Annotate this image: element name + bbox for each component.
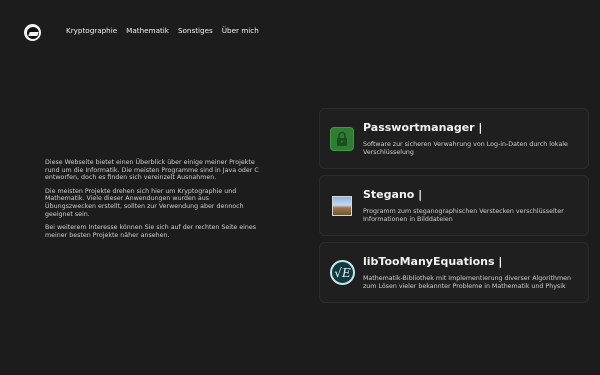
intro-paragraph: Bei weiterem Interesse können Sie sich a… (45, 224, 257, 239)
project-card-passwortmanager[interactable]: Passwortmanager | Software zur sicheren … (319, 108, 589, 169)
nav-links: Kryptographie Mathematik Sonstiges Über … (66, 26, 259, 35)
nav-link-ueber-mich[interactable]: Über mich (222, 26, 259, 35)
intro-paragraph: Diese Webseite bietet einen Überblick üb… (45, 159, 259, 182)
nav-link-mathematik[interactable]: Mathematik (126, 26, 169, 35)
project-title: libTooManyEquations | (363, 255, 503, 268)
landscape-image-icon (332, 196, 352, 216)
project-card-libtoomanyequations[interactable]: √E libTooManyEquations | Mathematik-Bibl… (319, 242, 589, 303)
lock-icon (330, 127, 354, 151)
math-logo-glyph: √E (334, 265, 351, 280)
project-title: Passwortmanager | (363, 121, 483, 134)
project-description: Software zur sicheren Verwahrung von Log… (363, 141, 568, 156)
project-cards: Passwortmanager | Software zur sicheren … (319, 108, 589, 309)
project-card-stegano[interactable]: Stegano | Programm zum steganographische… (319, 175, 589, 236)
math-logo-icon: √E (330, 260, 355, 285)
project-description: Programm zum steganographischen Versteck… (363, 208, 564, 223)
page: Kryptographie Mathematik Sonstiges Über … (0, 0, 600, 375)
project-title: Stegano | (363, 188, 423, 201)
nav-link-kryptographie[interactable]: Kryptographie (66, 26, 117, 35)
nav-link-sonstiges[interactable]: Sonstiges (178, 26, 213, 35)
intro-paragraph: Die meisten Projekte drehen sich hier um… (45, 187, 244, 218)
site-logo-icon[interactable] (24, 24, 41, 41)
logo-inner (26, 26, 39, 39)
project-description: Mathematik-Bibliothek mit Implementierun… (363, 275, 571, 290)
intro-text: Diese Webseite bietet einen Überblick üb… (45, 159, 260, 245)
navbar: Kryptographie Mathematik Sonstiges Über … (0, 0, 600, 62)
